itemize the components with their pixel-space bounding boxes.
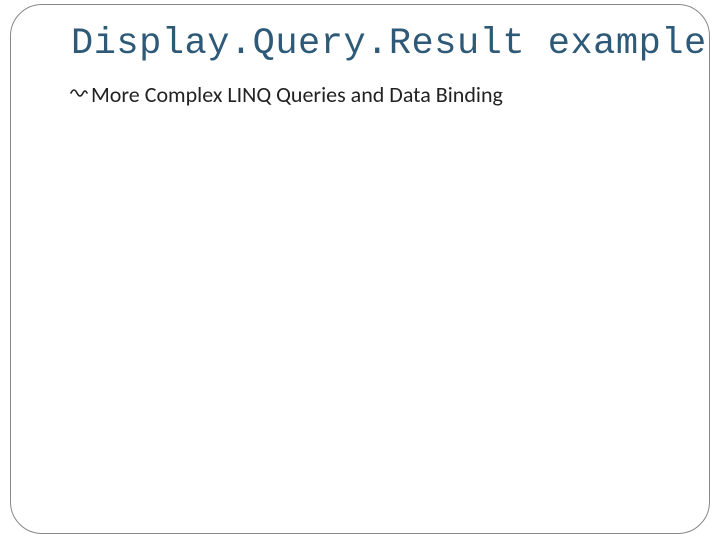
slide-title: Display.Query.Result example [71,23,707,65]
bullet-item: More Complex LINQ Queries and Data Bindi… [69,81,503,108]
slide-frame: Display.Query.Result example More Comple… [10,4,710,534]
bullet-text: More Complex LINQ Queries and Data Bindi… [91,81,503,108]
scribble-bullet-icon [69,84,89,106]
